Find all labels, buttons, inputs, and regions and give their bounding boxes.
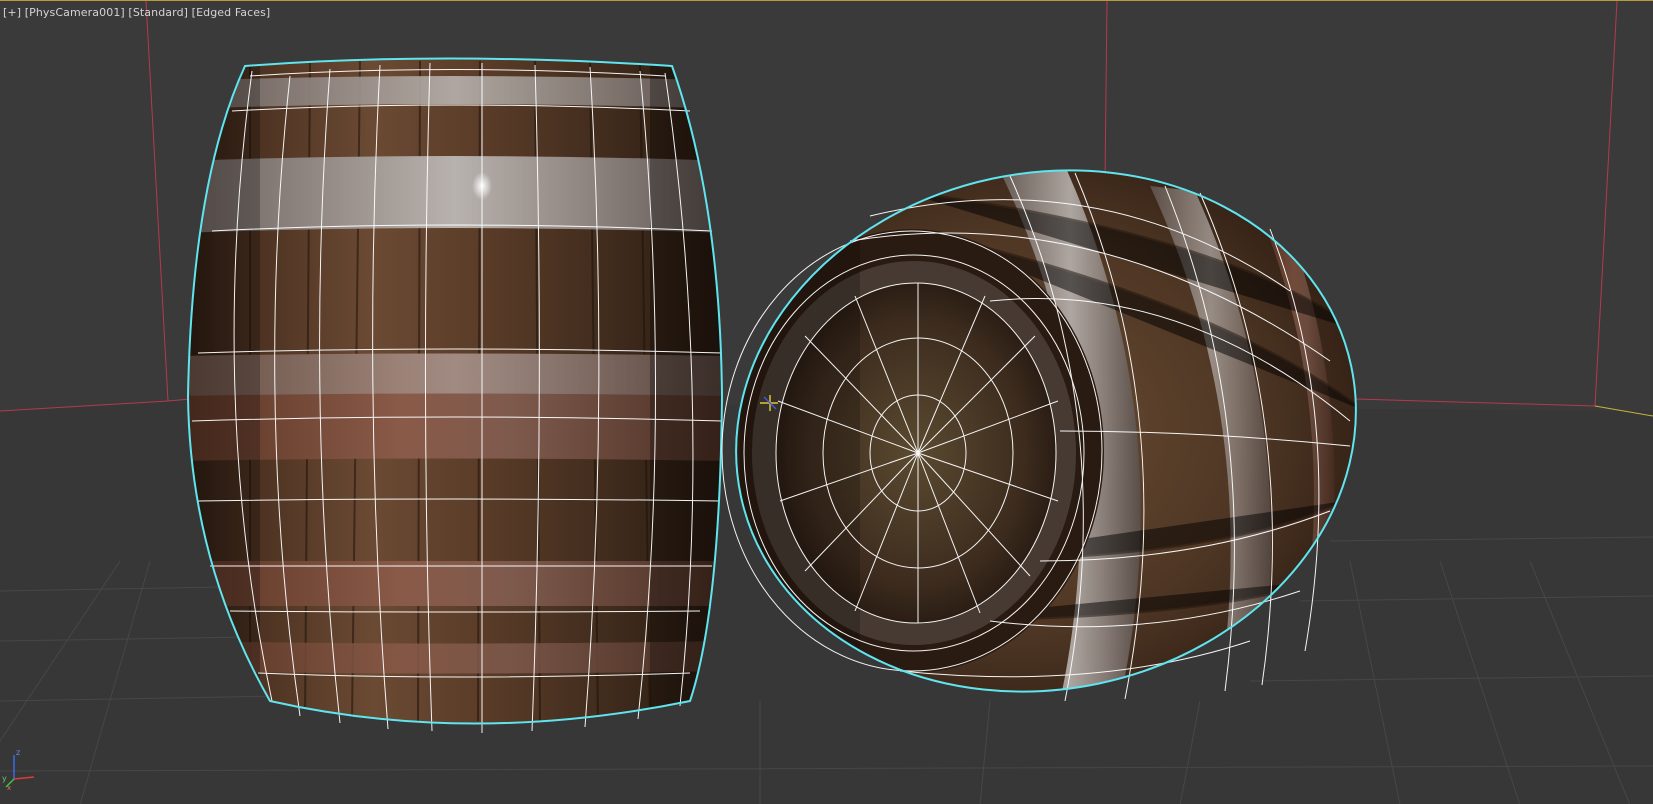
svg-text:z: z (16, 748, 20, 757)
viewport-plus-menu[interactable]: [+] (3, 6, 21, 19)
viewport-label: [+] [PhysCamera001] [Standard] [Edged Fa… (3, 6, 270, 19)
viewport-shading-menu[interactable]: [Standard] (128, 6, 188, 19)
viewport-scene[interactable] (0, 1, 1653, 804)
barrel-upright[interactable] (180, 51, 730, 751)
viewport-camera-menu[interactable]: [PhysCamera001] (25, 6, 125, 19)
svg-text:x: x (7, 784, 11, 791)
axis-tripod-icon: z y x (2, 748, 35, 791)
viewport-edged-faces-menu[interactable]: [Edged Faces] (192, 6, 271, 19)
perspective-viewport[interactable]: [+] [PhysCamera001] [Standard] [Edged Fa… (0, 0, 1653, 804)
svg-text:y: y (2, 774, 7, 783)
